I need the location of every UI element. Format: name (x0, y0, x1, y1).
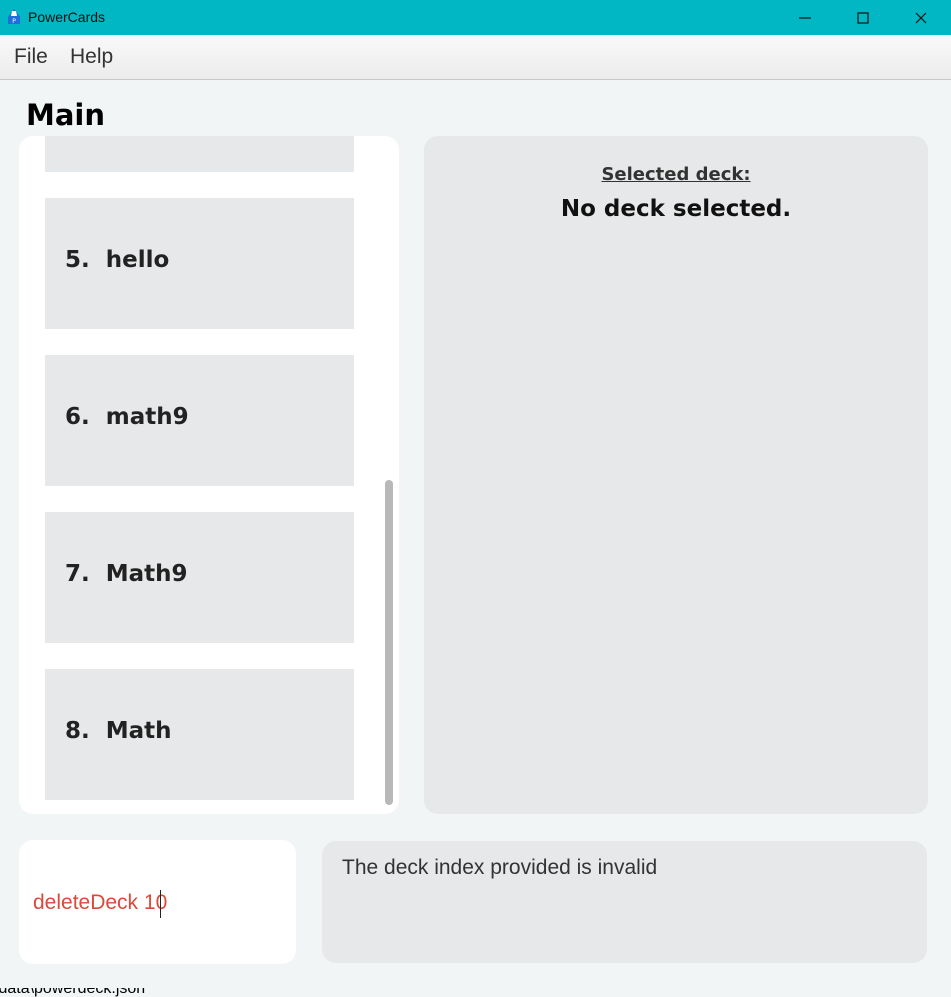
deck-card[interactable]: 5. hello (45, 198, 354, 329)
deck-card[interactable]: 7. Math9 (45, 512, 354, 643)
status-bar: \data\powerdeck.json (0, 988, 951, 997)
selected-deck-panel: Selected deck: No deck selected. (424, 136, 928, 814)
command-box (19, 840, 296, 964)
menu-bar: File Help (0, 35, 951, 80)
menu-file[interactable]: File (14, 45, 48, 69)
deck-card[interactable]: 6. math9 (45, 355, 354, 486)
deck-name: Math (105, 718, 172, 744)
title-bar: P PowerCards (0, 0, 951, 35)
command-input[interactable] (33, 888, 283, 918)
deck-label: 8. Math (65, 718, 172, 744)
window-title: PowerCards (28, 9, 106, 25)
deck-index: 5. (65, 247, 90, 273)
deck-index: 8. (65, 718, 90, 744)
menu-help[interactable]: Help (70, 45, 113, 69)
deck-label: 5. hello (65, 247, 169, 273)
minimize-button[interactable] (776, 0, 834, 35)
maximize-button[interactable] (834, 0, 892, 35)
result-display: The deck index provided is invalid (322, 841, 927, 963)
deck-index: 6. (65, 404, 90, 430)
status-file-path: \data\powerdeck.json (0, 988, 146, 997)
close-button[interactable] (892, 0, 950, 35)
page-title: Main (26, 98, 106, 132)
close-icon (915, 12, 927, 24)
maximize-icon (857, 12, 869, 24)
deck-name: hello (105, 247, 170, 273)
deck-list-scrollbar[interactable] (385, 480, 393, 805)
minimize-icon (799, 17, 811, 19)
selected-deck-heading: Selected deck: (601, 164, 751, 185)
deck-card[interactable]: 8. Math (45, 669, 354, 800)
deck-name: math9 (105, 404, 189, 430)
deck-card[interactable]: 4. (45, 136, 354, 172)
deck-label: 7. Math9 (65, 561, 188, 587)
text-caret (160, 890, 161, 918)
app-icon: P (5, 8, 23, 26)
selected-deck-value: No deck selected. (560, 196, 792, 222)
svg-text:P: P (12, 18, 16, 25)
deck-list-panel[interactable]: 4. 5. hello 6. math9 7. Math9 8. Math (19, 136, 399, 814)
deck-index: 7. (65, 561, 90, 587)
result-message: The deck index provided is invalid (342, 856, 658, 879)
deck-name: Math9 (105, 561, 188, 587)
deck-label: 6. math9 (65, 404, 189, 430)
